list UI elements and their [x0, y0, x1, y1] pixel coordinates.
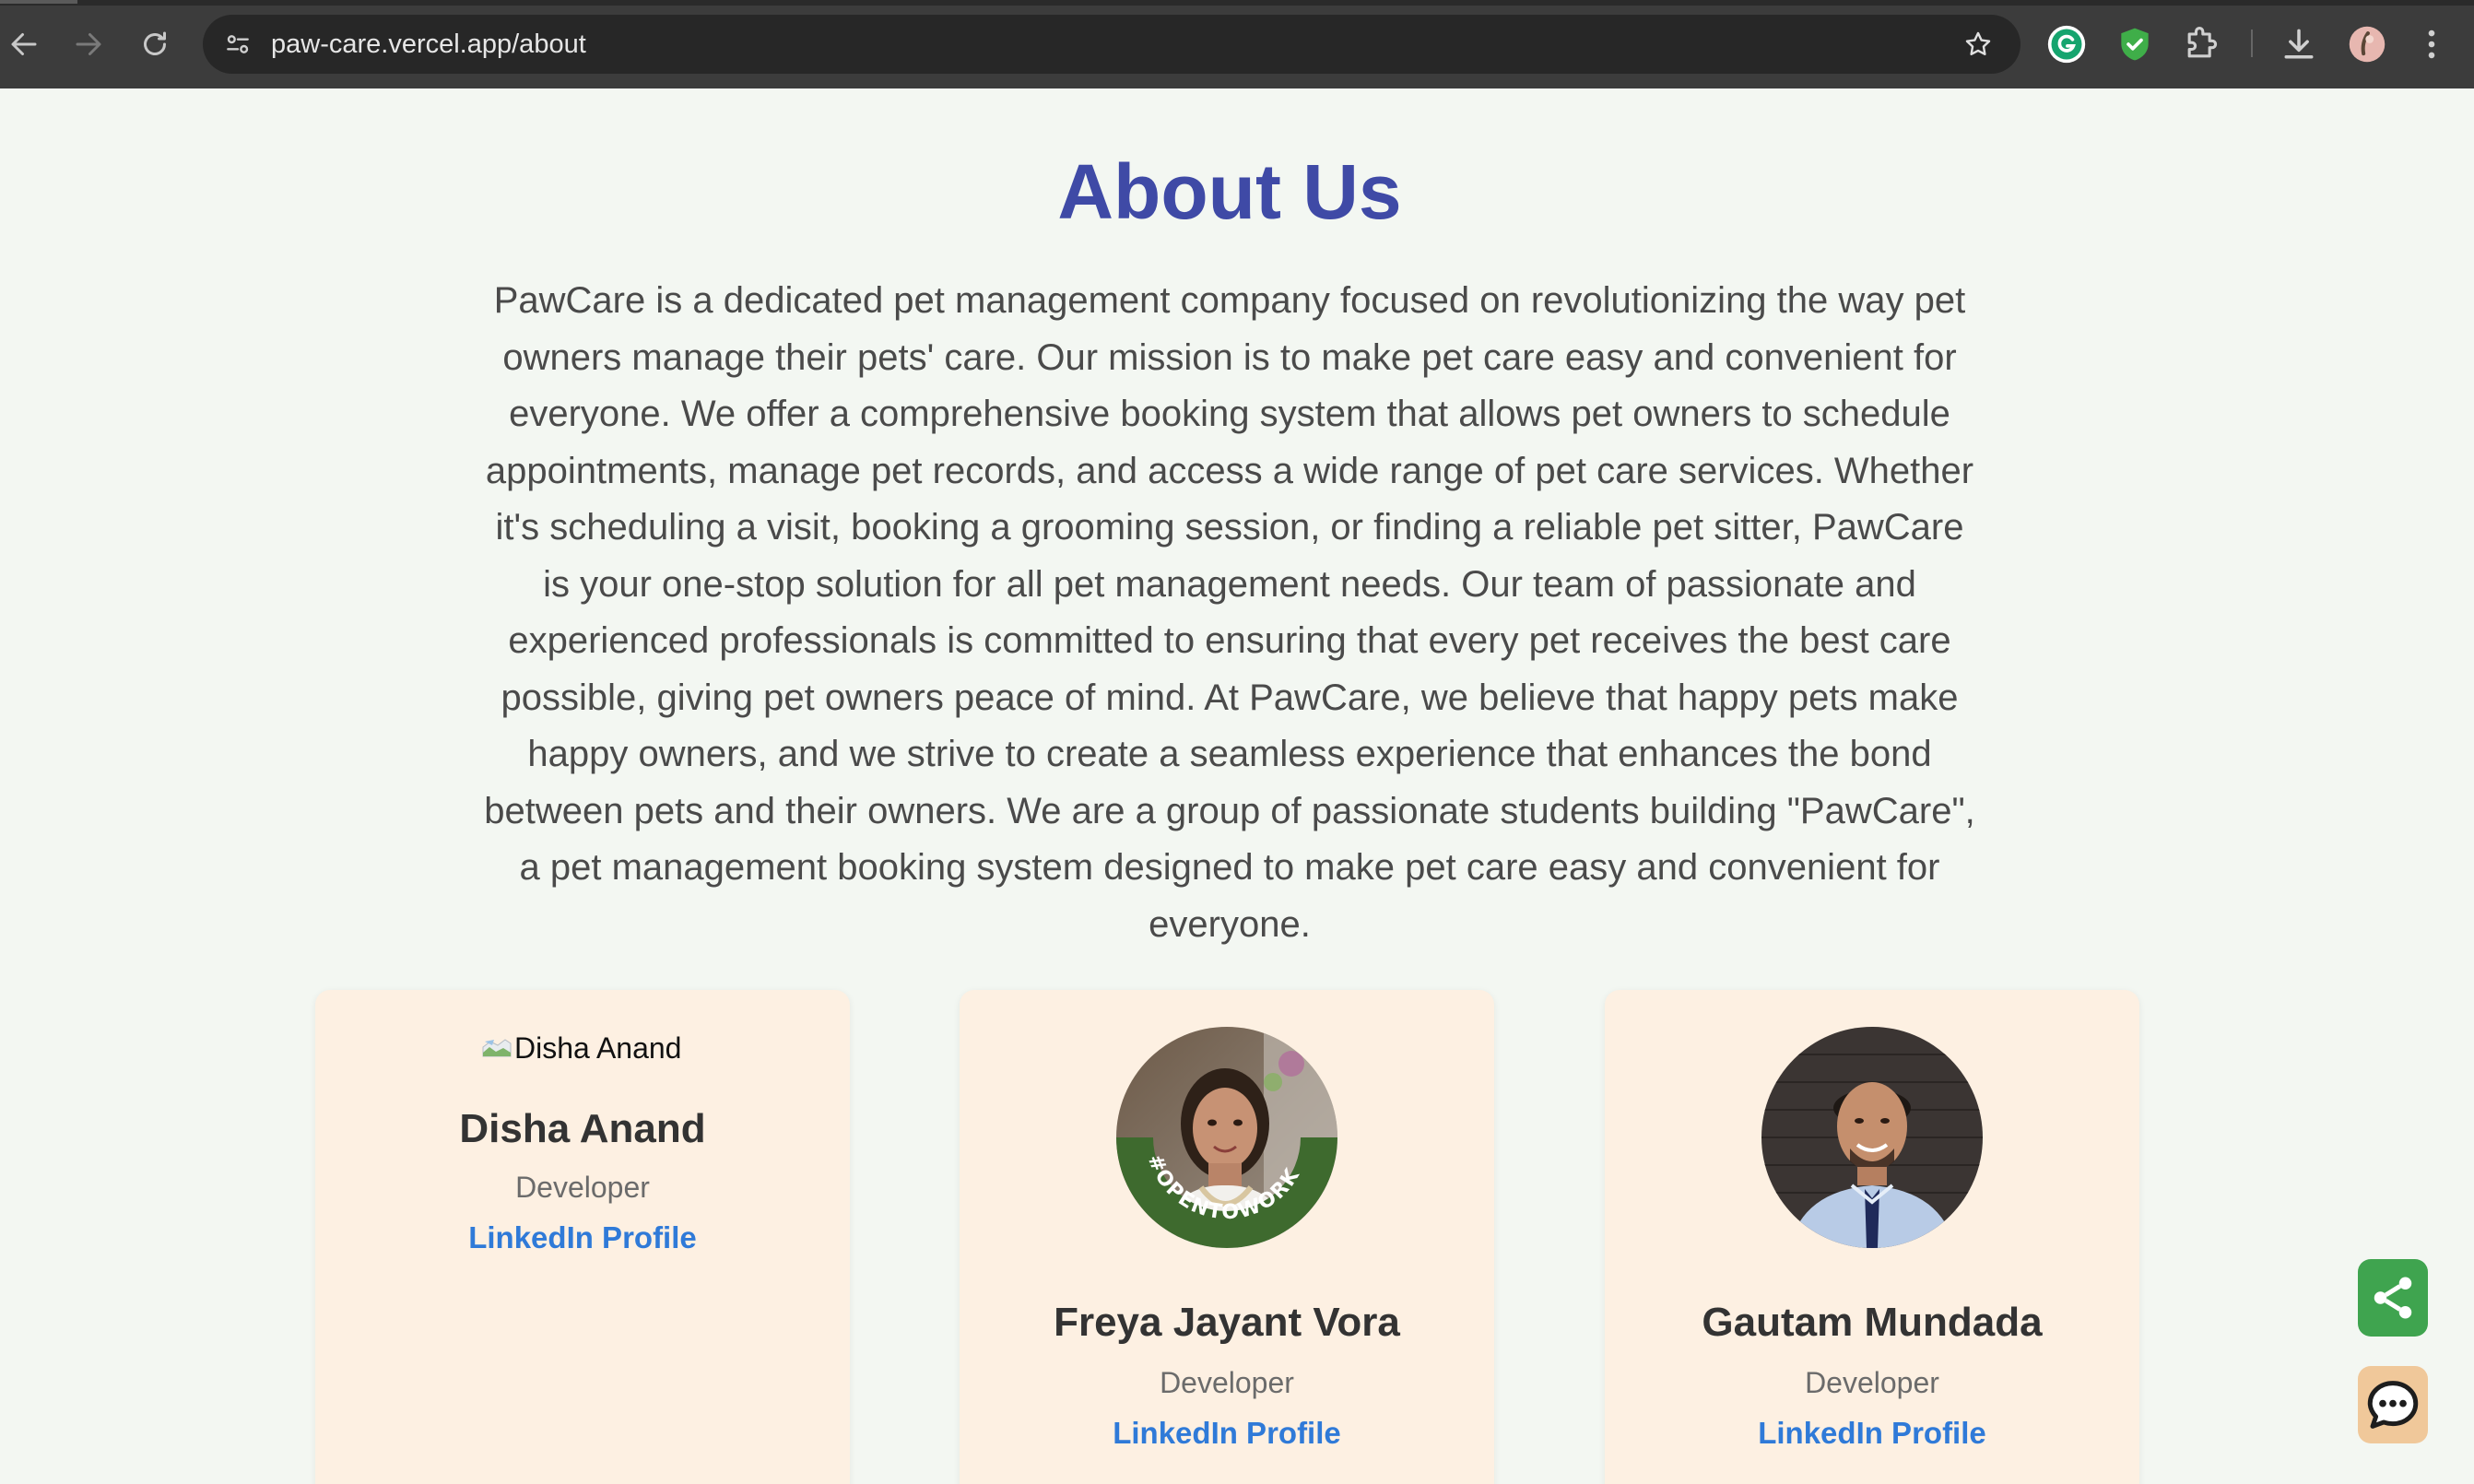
member-name: Disha Anand: [459, 1106, 706, 1151]
back-arrow-icon[interactable]: [4, 24, 44, 65]
member-name: Gautam Mundada: [1702, 1300, 2043, 1345]
member-photo: #OPENTOWORK: [1116, 1027, 1337, 1248]
member-name: Freya Jayant Vora: [1054, 1300, 1400, 1345]
member-role: Developer: [1805, 1366, 1939, 1399]
member-photo: [1761, 1027, 1983, 1248]
page-title: About Us: [1057, 148, 1402, 235]
puzzle-icon[interactable]: [2179, 22, 2223, 66]
member-role: Developer: [1160, 1366, 1294, 1399]
reload-icon[interactable]: [135, 24, 175, 65]
forward-arrow-icon[interactable]: [68, 24, 109, 65]
grammarly-icon[interactable]: [2044, 22, 2089, 66]
share-icon: [2374, 1277, 2412, 1319]
shield-check-icon[interactable]: [2113, 22, 2157, 66]
site-info-icon[interactable]: [219, 26, 256, 63]
linkedin-link[interactable]: LinkedIn Profile: [960, 1416, 1494, 1451]
download-icon[interactable]: [2277, 22, 2321, 66]
scrollbar[interactable]: [2459, 88, 2474, 1484]
about-description: PawCare is a dedicated pet management co…: [484, 280, 1975, 945]
star-icon[interactable]: [1960, 26, 1997, 63]
kebab-menu-icon[interactable]: [2409, 22, 2454, 66]
linkedin-link[interactable]: LinkedIn Profile: [1605, 1416, 2139, 1451]
chat-button[interactable]: [2358, 1366, 2428, 1443]
member-role: Developer: [515, 1171, 650, 1204]
broken-image: Disha Anand: [481, 1027, 688, 1069]
team-card: Gautam Mundada Developer LinkedIn Profil…: [1605, 990, 2139, 1484]
url-text[interactable]: paw-care.vercel.app/about: [271, 29, 586, 60]
team-card: Disha Anand Disha Anand Developer Linked…: [315, 990, 850, 1484]
broken-image-icon: [482, 1039, 512, 1057]
browser-toolbar: paw-care.vercel.app/about: [0, 0, 2474, 88]
profile-avatar-icon[interactable]: [2345, 22, 2389, 66]
linkedin-link[interactable]: LinkedIn Profile: [315, 1220, 850, 1255]
image-alt-text: Disha Anand: [514, 1031, 682, 1065]
team-card: #OPENTOWORK Freya Jayant Vora Developer …: [960, 990, 1494, 1484]
share-button[interactable]: [2358, 1259, 2428, 1337]
address-bar[interactable]: paw-care.vercel.app/about: [203, 15, 2020, 74]
chat-icon: [2367, 1381, 2419, 1429]
